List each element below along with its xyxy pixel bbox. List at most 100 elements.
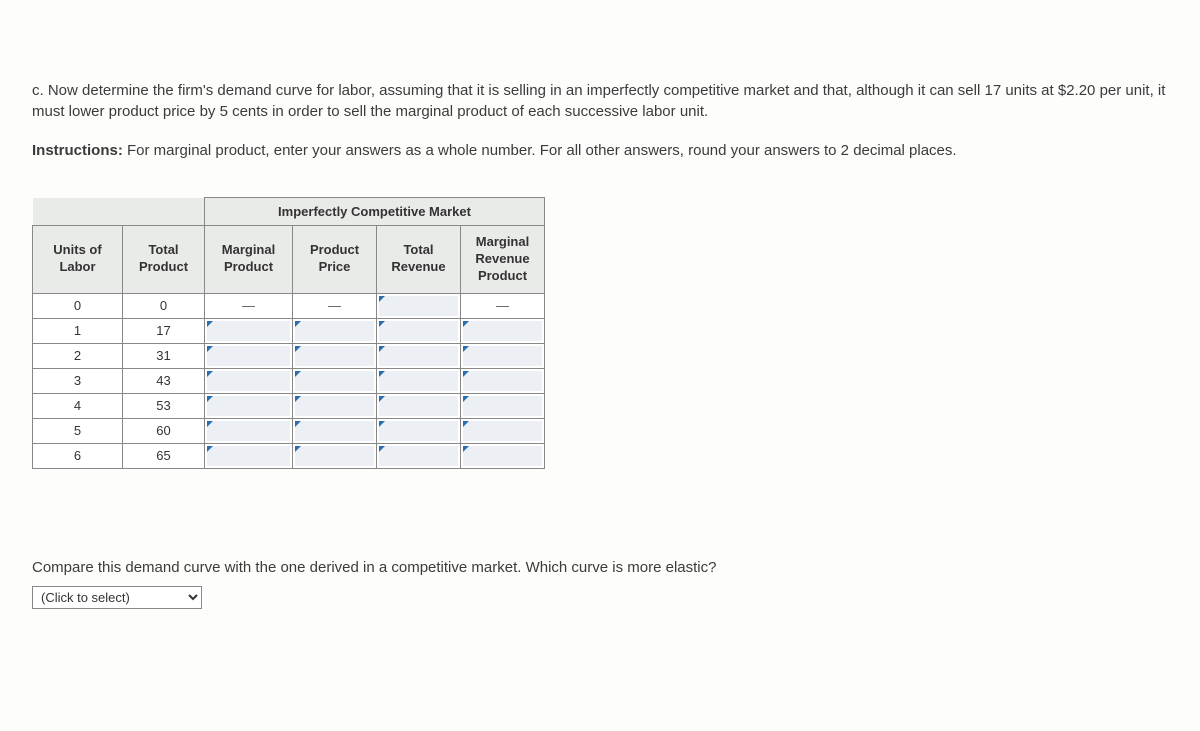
marginal-product-input[interactable] — [207, 421, 290, 441]
mrp-cell — [461, 368, 545, 393]
product-price-input[interactable] — [295, 446, 374, 466]
mrp-cell: — — [461, 293, 545, 318]
product-price-input[interactable] — [295, 371, 374, 391]
input-marker-icon — [463, 396, 469, 402]
input-marker-icon — [379, 421, 385, 427]
input-marker-icon — [207, 321, 213, 327]
total-revenue-input[interactable] — [379, 321, 458, 341]
mrp-input[interactable] — [463, 346, 542, 366]
total-revenue-input[interactable] — [379, 421, 458, 441]
input-marker-icon — [207, 446, 213, 452]
product-price-input[interactable] — [295, 396, 374, 416]
marginal-product-cell — [205, 368, 293, 393]
marginal-product-cell — [205, 443, 293, 468]
col-units: Units ofLabor — [33, 226, 123, 294]
table-row: 117 — [33, 318, 545, 343]
total-revenue-input[interactable] — [379, 446, 458, 466]
total-product-cell: 17 — [123, 318, 205, 343]
units-cell: 1 — [33, 318, 123, 343]
marginal-product-cell — [205, 343, 293, 368]
mrp-input[interactable] — [463, 371, 542, 391]
input-marker-icon — [295, 396, 301, 402]
total-revenue-cell — [377, 318, 461, 343]
total-revenue-input[interactable] — [379, 296, 458, 316]
instructions-body: For marginal product, enter your answers… — [127, 142, 957, 159]
input-marker-icon — [463, 446, 469, 452]
input-marker-icon — [295, 371, 301, 377]
total-revenue-input[interactable] — [379, 371, 458, 391]
marginal-product-input[interactable] — [207, 321, 290, 341]
instructions-block: Instructions: For marginal product, ente… — [32, 140, 1168, 161]
total-product-cell: 60 — [123, 418, 205, 443]
total-revenue-input[interactable] — [379, 396, 458, 416]
input-marker-icon — [207, 371, 213, 377]
product-price-input[interactable] — [295, 346, 374, 366]
data-table: Imperfectly Competitive Market Units ofL… — [32, 197, 545, 469]
product-price-cell: — — [293, 293, 377, 318]
input-marker-icon — [379, 371, 385, 377]
mrp-input[interactable] — [463, 396, 542, 416]
input-marker-icon — [207, 346, 213, 352]
input-marker-icon — [295, 421, 301, 427]
product-price-input[interactable] — [295, 321, 374, 341]
product-price-cell — [293, 368, 377, 393]
table-row: 665 — [33, 443, 545, 468]
input-marker-icon — [295, 446, 301, 452]
followup-question: Compare this demand curve with the one d… — [32, 559, 1168, 576]
units-cell: 0 — [33, 293, 123, 318]
col-mrp: MarginalRevenueProduct — [461, 226, 545, 294]
total-revenue-input[interactable] — [379, 346, 458, 366]
question-prefix: c. — [32, 82, 44, 99]
question-body: Now determine the firm's demand curve fo… — [32, 82, 1165, 120]
input-marker-icon — [463, 371, 469, 377]
marginal-product-input[interactable] — [207, 446, 290, 466]
market-header: Imperfectly Competitive Market — [205, 198, 545, 226]
table-row: 453 — [33, 393, 545, 418]
col-total-revenue: TotalRevenue — [377, 226, 461, 294]
marginal-product-cell — [205, 318, 293, 343]
product-price-cell — [293, 343, 377, 368]
mrp-input[interactable] — [463, 446, 542, 466]
total-revenue-cell — [377, 368, 461, 393]
total-revenue-cell — [377, 418, 461, 443]
mrp-input[interactable] — [463, 321, 542, 341]
mrp-cell — [461, 443, 545, 468]
input-marker-icon — [379, 321, 385, 327]
marginal-product-cell: — — [205, 293, 293, 318]
units-cell: 4 — [33, 393, 123, 418]
table-row: 560 — [33, 418, 545, 443]
table-row: 343 — [33, 368, 545, 393]
marginal-product-cell — [205, 418, 293, 443]
marginal-product-input[interactable] — [207, 371, 290, 391]
product-price-cell — [293, 418, 377, 443]
input-marker-icon — [295, 321, 301, 327]
input-marker-icon — [207, 421, 213, 427]
units-cell: 2 — [33, 343, 123, 368]
table-row: 00——— — [33, 293, 545, 318]
input-marker-icon — [379, 446, 385, 452]
mrp-input[interactable] — [463, 421, 542, 441]
col-product-price: ProductPrice — [293, 226, 377, 294]
instructions-label: Instructions: — [32, 142, 123, 159]
col-total-product: TotalProduct — [123, 226, 205, 294]
mrp-cell — [461, 343, 545, 368]
mrp-cell — [461, 318, 545, 343]
total-product-cell: 53 — [123, 393, 205, 418]
marginal-product-cell — [205, 393, 293, 418]
total-revenue-cell — [377, 343, 461, 368]
marginal-product-input[interactable] — [207, 396, 290, 416]
total-revenue-cell — [377, 443, 461, 468]
marginal-product-input[interactable] — [207, 346, 290, 366]
input-marker-icon — [463, 321, 469, 327]
total-product-cell: 65 — [123, 443, 205, 468]
col-marginal-product: MarginalProduct — [205, 226, 293, 294]
total-revenue-cell — [377, 293, 461, 318]
input-marker-icon — [379, 396, 385, 402]
product-price-cell — [293, 393, 377, 418]
input-marker-icon — [379, 296, 385, 302]
total-product-cell: 31 — [123, 343, 205, 368]
mrp-cell — [461, 418, 545, 443]
product-price-input[interactable] — [295, 421, 374, 441]
table-row: 231 — [33, 343, 545, 368]
elasticity-select[interactable]: (Click to select) — [32, 586, 202, 609]
